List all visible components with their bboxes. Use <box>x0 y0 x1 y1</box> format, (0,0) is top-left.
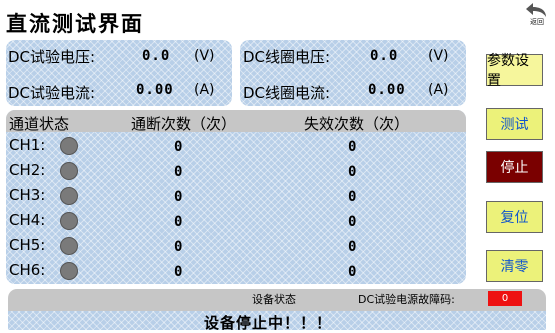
params-setting-button[interactable]: 参数设置 <box>486 53 543 89</box>
channel-4-label: CH4: <box>9 211 46 229</box>
channel-3-pass-count: 0 <box>174 189 183 205</box>
coil-current-unit: (A) <box>428 82 449 98</box>
channel-6-pass-count: 0 <box>174 264 183 280</box>
fault-code-value: 0 <box>488 291 522 306</box>
coil-voltage-value: 0.0 <box>370 48 399 64</box>
channel-1-status-led <box>60 137 78 155</box>
channel-5-fail-count: 0 <box>348 239 357 255</box>
channel-1-label: CH1: <box>9 136 46 154</box>
channel-5-pass-count: 0 <box>174 239 183 255</box>
fault-code-label: DC试验电源故障码: <box>358 293 455 306</box>
dc-voltage-label: DC试验电压: <box>8 48 96 66</box>
channel-1-fail-count: 0 <box>348 139 357 155</box>
reset-button[interactable]: 复位 <box>486 201 543 233</box>
channel-5-status-led <box>60 237 78 255</box>
page-title: 直流测试界面 <box>6 12 144 36</box>
device-status-label: 设备状态 <box>252 293 296 306</box>
channel-2-label: CH2: <box>9 161 46 179</box>
clear-button[interactable]: 清零 <box>486 250 543 282</box>
channel-3-fail-count: 0 <box>348 189 357 205</box>
channel-4-pass-count: 0 <box>174 214 183 230</box>
dc-current-unit: (A) <box>194 82 215 98</box>
stop-button[interactable]: 停止 <box>486 151 543 183</box>
channel-3-status-led <box>60 187 78 205</box>
back-label: 返回 <box>530 18 544 26</box>
channel-2-status-led <box>60 162 78 180</box>
coil-current-label: DC线圈电流: <box>243 84 331 102</box>
dc-voltage-unit: (V) <box>194 48 215 64</box>
dc-current-value: 0.00 <box>136 82 174 98</box>
dc-current-label: DC试验电流: <box>8 84 96 102</box>
channel-6-status-led <box>60 262 78 280</box>
channel-4-fail-count: 0 <box>348 214 357 230</box>
channel-3-label: CH3: <box>9 186 46 204</box>
channel-6-label: CH6: <box>9 261 46 279</box>
channel-5-label: CH5: <box>9 236 46 254</box>
channel-4-status-led <box>60 212 78 230</box>
coil-voltage-unit: (V) <box>428 48 449 64</box>
channel-6-fail-count: 0 <box>348 264 357 280</box>
channel-1-pass-count: 0 <box>174 139 183 155</box>
header-fail-count: 失效次数（次） <box>304 115 410 133</box>
coil-voltage-label: DC线圈电压: <box>243 48 331 66</box>
header-channel-status: 通道状态 <box>9 115 70 133</box>
back-button[interactable]: 返回 <box>522 2 552 28</box>
channel-2-pass-count: 0 <box>174 164 183 180</box>
dc-voltage-value: 0.0 <box>142 48 171 64</box>
coil-current-value: 0.00 <box>368 82 406 98</box>
channel-2-fail-count: 0 <box>348 164 357 180</box>
header-pass-count: 通断次数（次） <box>131 115 237 133</box>
test-button[interactable]: 测试 <box>486 108 543 140</box>
